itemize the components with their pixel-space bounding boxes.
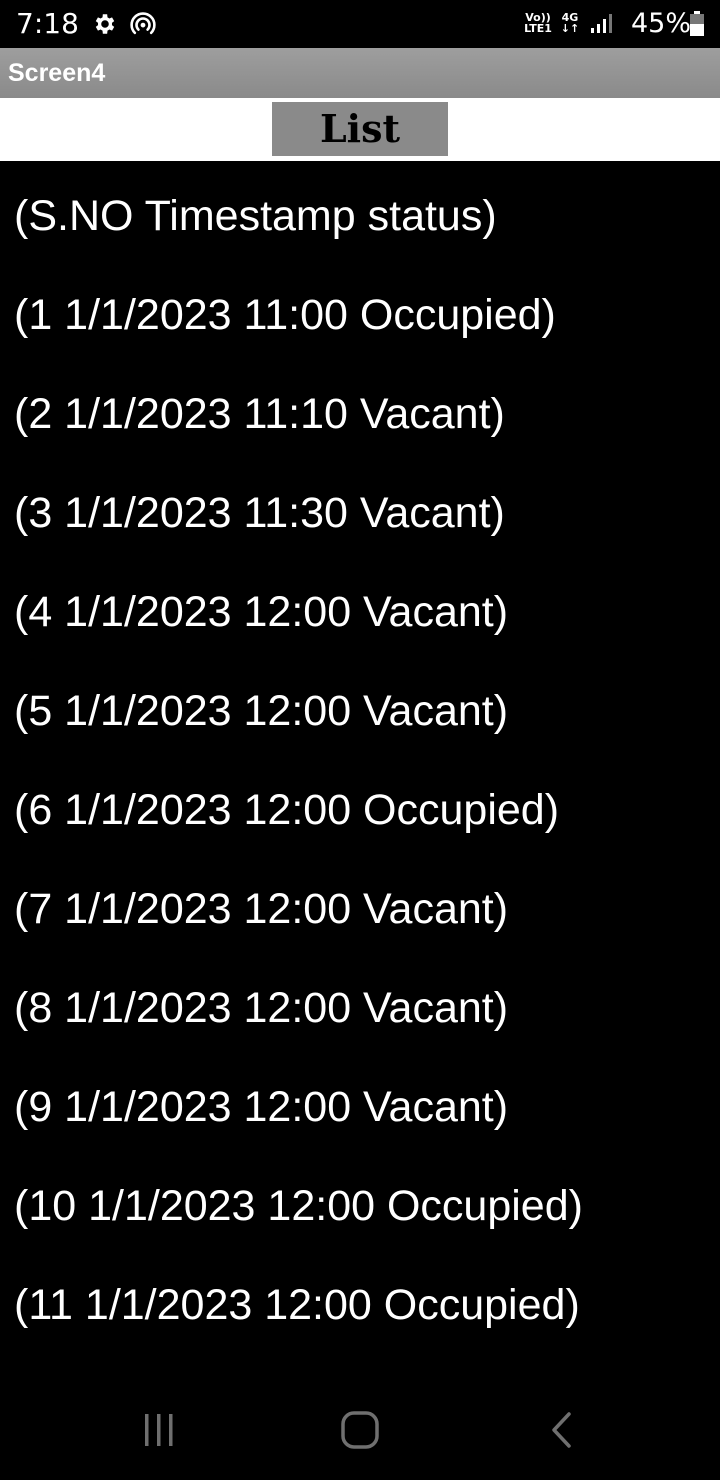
list-item[interactable]: (7 1/1/2023 12:00 Vacant)	[0, 854, 720, 953]
list-item[interactable]: (6 1/1/2023 12:00 Occupied)	[0, 755, 720, 854]
volte-icon: Vo)) LTE1	[523, 12, 553, 34]
navigation-bar	[0, 1384, 720, 1480]
list-item[interactable]: (11 1/1/2023 12:00 Occupied)	[0, 1250, 720, 1349]
app-title-bar: Screen4	[0, 48, 720, 98]
list-item[interactable]: (9 1/1/2023 12:00 Vacant)	[0, 1052, 720, 1151]
signal-icon	[588, 10, 614, 38]
volte-bottom-label: LTE1	[524, 22, 552, 35]
recents-button[interactable]	[129, 1408, 189, 1456]
list-data-label: List data	[272, 102, 448, 205]
list-item[interactable]: (2 1/1/2023 11:10 Vacant)	[0, 359, 720, 458]
back-icon	[547, 1410, 577, 1455]
list-item[interactable]: (8 1/1/2023 12:00 Vacant)	[0, 953, 720, 1052]
screen-title: Screen4	[8, 59, 106, 87]
status-time: 7:18	[16, 7, 79, 40]
network-4g-icon: 4G ↓↑	[558, 12, 582, 34]
home-button[interactable]	[330, 1408, 390, 1456]
battery-percentage: 45%	[631, 8, 692, 39]
home-icon	[340, 1410, 380, 1455]
data-list: (S.NO Timestamp status) (1 1/1/2023 11:0…	[0, 161, 720, 1349]
recents-icon	[141, 1412, 177, 1453]
list-item[interactable]: (5 1/1/2023 12:00 Vacant)	[0, 656, 720, 755]
status-bar: 7:18 Vo)) LTE1 4G ↓↑ 45%	[0, 0, 720, 48]
back-button[interactable]	[532, 1408, 592, 1456]
header-band: List data	[0, 98, 720, 205]
list-item[interactable]: (1 1/1/2023 11:00 Occupied)	[0, 260, 720, 359]
battery-icon	[688, 10, 706, 38]
list-item-header[interactable]: (S.NO Timestamp status)	[0, 161, 720, 260]
list-item[interactable]: (10 1/1/2023 12:00 Occupied)	[0, 1151, 720, 1250]
list-item[interactable]: (4 1/1/2023 12:00 Vacant)	[0, 557, 720, 656]
list-item[interactable]: (3 1/1/2023 11:30 Vacant)	[0, 458, 720, 557]
hotspot-icon	[128, 10, 158, 38]
settings-gear-icon	[90, 10, 120, 38]
data-arrows-icon: ↓↑	[560, 22, 580, 35]
